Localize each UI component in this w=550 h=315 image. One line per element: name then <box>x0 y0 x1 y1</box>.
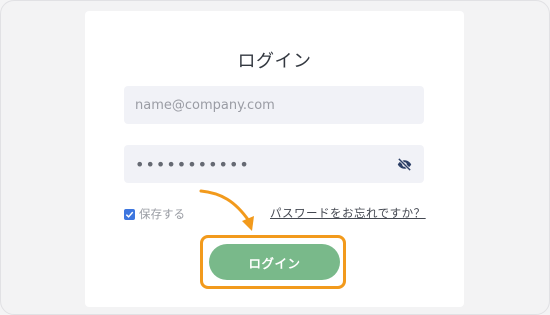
checkbox-checked-icon[interactable] <box>124 208 135 220</box>
login-card: ログイン 保存する パスワードをお忘れですか？ <box>85 11 464 307</box>
page-title: ログイン <box>237 51 312 72</box>
login-button[interactable]: ログイン <box>209 244 340 280</box>
forgot-password-link[interactable]: パスワードをお忘れですか？ <box>270 205 426 221</box>
password-field-wrapper <box>124 145 424 183</box>
screenshot-frame: ログイン 保存する パスワードをお忘れですか？ <box>0 0 550 315</box>
password-field[interactable] <box>124 145 424 183</box>
email-field-wrapper <box>124 86 424 124</box>
remember-checkbox[interactable]: 保存する <box>124 206 185 222</box>
curved-arrow-icon <box>199 189 254 231</box>
remember-label: 保存する <box>139 207 185 221</box>
eye-slash-icon[interactable] <box>396 156 413 173</box>
email-field[interactable] <box>124 86 424 124</box>
